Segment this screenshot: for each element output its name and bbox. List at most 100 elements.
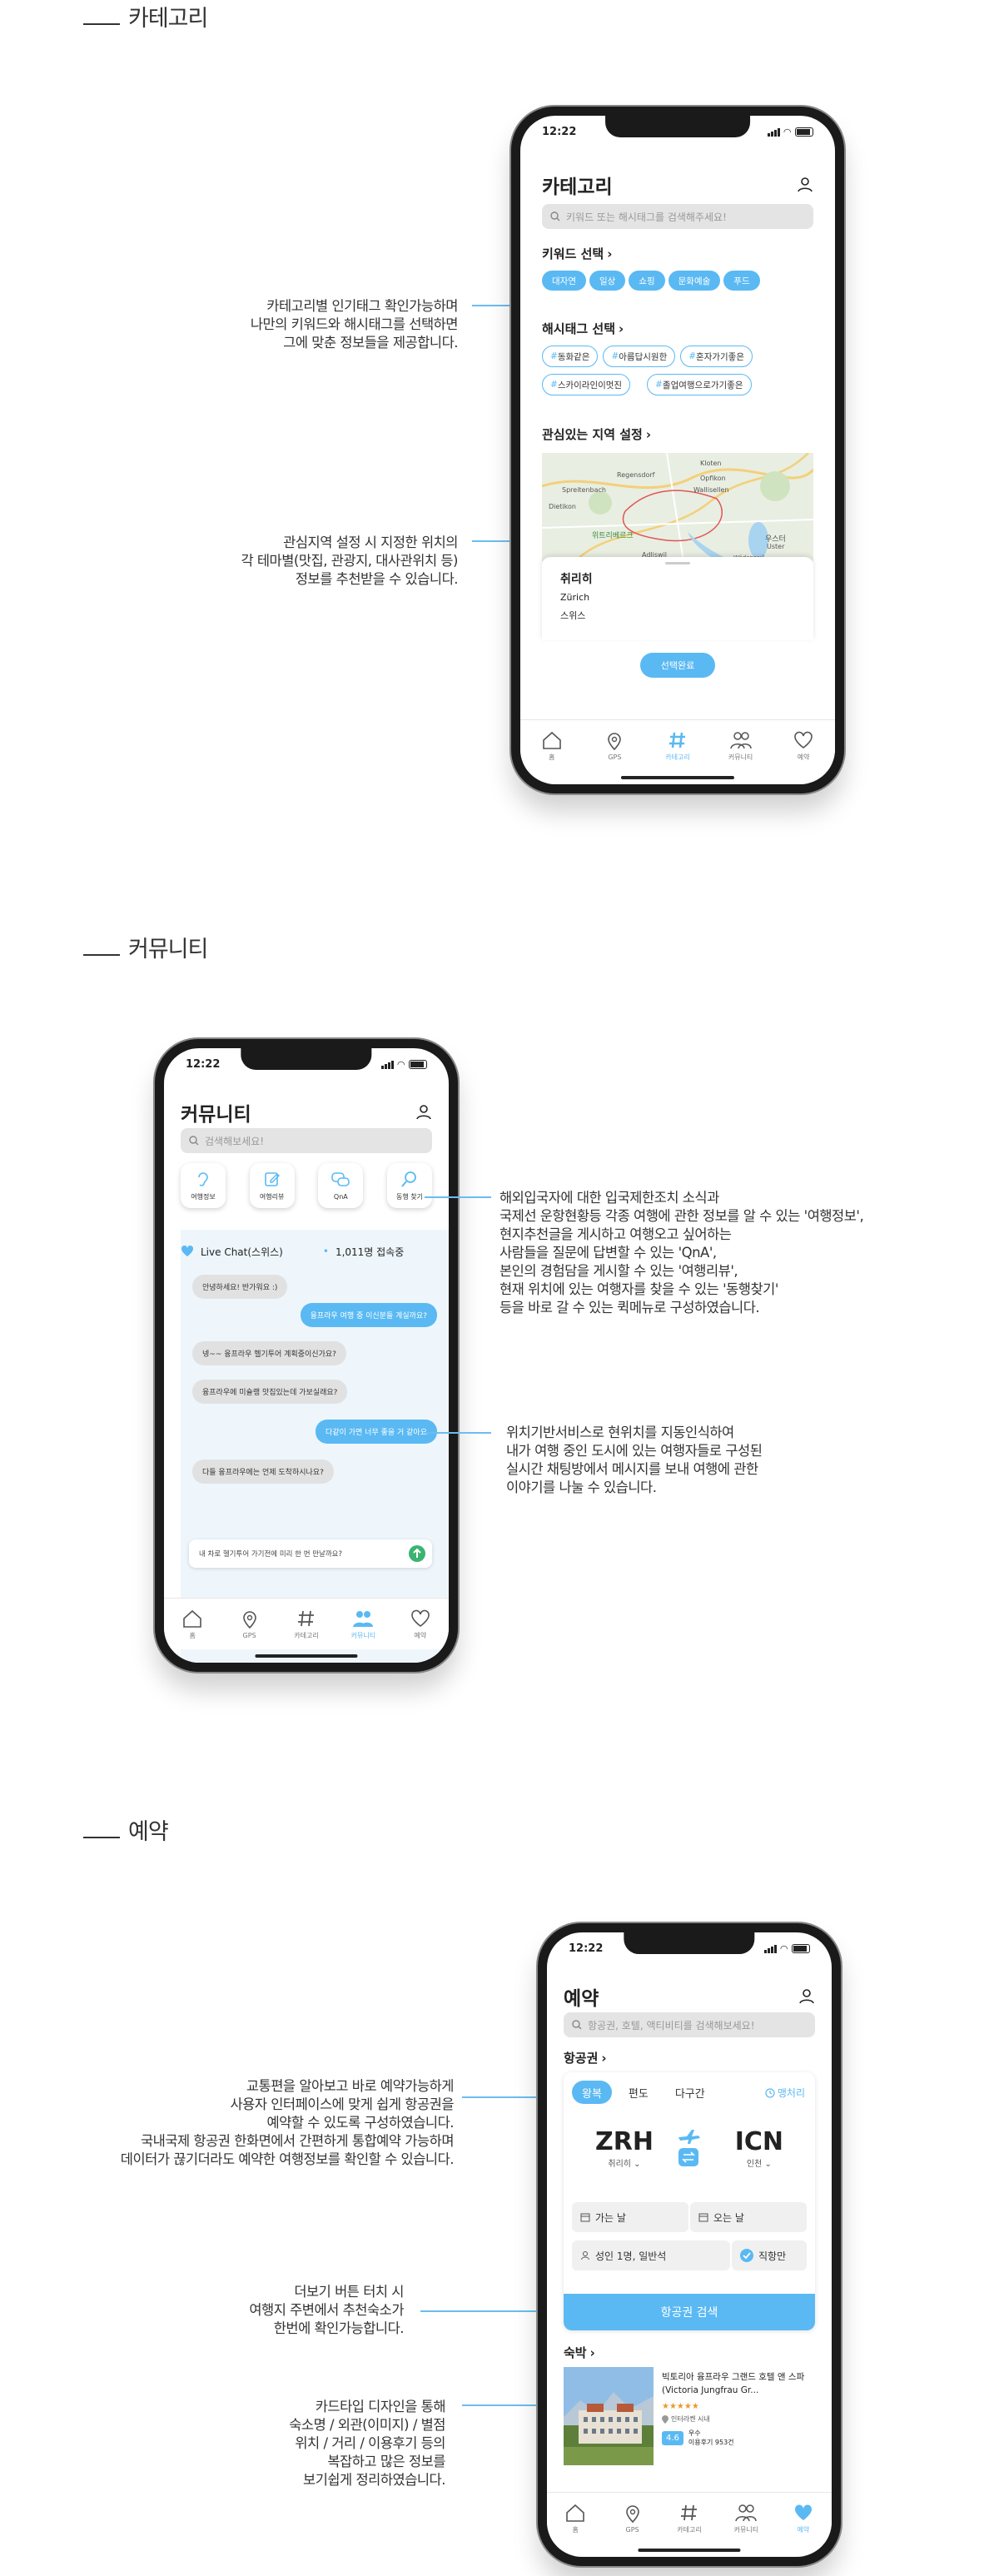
tab-category[interactable]: 카테고리 bbox=[286, 1609, 327, 1640]
connector-line bbox=[425, 1196, 491, 1198]
select-complete-button[interactable]: 선택완료 bbox=[640, 653, 715, 678]
chat-bubble: 다들 융프라우에는 언제 도착하시나요? bbox=[192, 1460, 334, 1484]
tab-category[interactable]: 카테고리 bbox=[668, 2503, 710, 2534]
tab-community[interactable]: 커뮤니티 bbox=[342, 1609, 384, 1640]
community-desc-1: 해외입국자에 대한 입국제한조치 소식과 국제선 운항현황등 각종 여행에 관한 … bbox=[500, 1190, 864, 1315]
hotel-score: 4.6 bbox=[662, 2430, 683, 2445]
home-icon bbox=[183, 1609, 201, 1628]
tab-gps[interactable]: GPS bbox=[612, 2504, 654, 2534]
connector-line bbox=[462, 2404, 545, 2406]
hashtag-chip[interactable]: # 혼자가기좋은 bbox=[680, 346, 753, 367]
chat-messages: 안녕하세요! 반가워요 :) 융프라우 여행 중 이신분들 계실까요? 넹~~ … bbox=[181, 1266, 449, 1516]
search-input[interactable]: 항공권, 호텔, 액티비티를 검색해보세요! bbox=[564, 2012, 815, 2037]
flight-section-label[interactable]: 항공권 › bbox=[564, 2049, 607, 2066]
search-placeholder: 항공권, 호텔, 액티비티를 검색해보세요! bbox=[588, 2019, 755, 2031]
keyword-chip[interactable]: 쇼핑 bbox=[629, 271, 665, 291]
tab-home[interactable]: 홈 bbox=[531, 730, 573, 762]
depart-date-field[interactable]: 가는 날 bbox=[572, 2202, 688, 2232]
section-title-category: 카테고리 bbox=[83, 0, 208, 32]
hashtag-icon bbox=[680, 2504, 697, 2520]
drag-handle[interactable] bbox=[665, 562, 690, 564]
chat-input[interactable]: 내 차로 헬기투어 가기전에 미리 한 번 만날까요? bbox=[189, 1539, 432, 1568]
user-icon[interactable] bbox=[797, 176, 813, 192]
hashtag-chip[interactable]: # 졸업여행으로가기좋은 bbox=[647, 374, 752, 395]
hashtag-chip[interactable]: # 아름답시원한 bbox=[603, 346, 676, 367]
send-icon[interactable] bbox=[409, 1545, 425, 1562]
quick-menu: 여행정보 여행리뷰 QnA 동행 찾기 bbox=[181, 1163, 432, 1208]
tab-booking[interactable]: 예약 bbox=[783, 730, 824, 762]
flight-search-button[interactable]: 항공권 검색 bbox=[564, 2294, 815, 2330]
departure-airport[interactable]: ZRH 취리히 ⌄ bbox=[595, 2127, 654, 2169]
category-desc-1: 카테고리별 인기태그 확인가능하며 나만의 키워드와 해시태그를 선택하면 그에 맞… bbox=[250, 298, 459, 351]
chat-bubble: 넹~~ 융프라우 헬기투어 계획중이신가요? bbox=[192, 1341, 346, 1365]
return-date-field[interactable]: 오는 날 bbox=[690, 2202, 807, 2232]
trip-type-oneway[interactable]: 편도 bbox=[619, 2081, 659, 2104]
passenger-field[interactable]: 성인 1명, 일반석 bbox=[572, 2240, 730, 2270]
booking-desc-2: 더보기 버튼 터치 시 여행지 주변에서 추천숙소가 한번에 확인가능합니다. bbox=[249, 2284, 404, 2336]
arrival-airport[interactable]: ICN 인천 ⌄ bbox=[735, 2127, 783, 2169]
quick-menu-travel-info[interactable]: 여행정보 bbox=[181, 1163, 226, 1208]
user-icon[interactable] bbox=[798, 1987, 815, 2004]
hashtag-chip[interactable]: # 스카이라인이멋진 bbox=[542, 374, 631, 395]
quick-menu-find-companion[interactable]: 동행 찾기 bbox=[386, 1163, 432, 1208]
keyword-chips: 대자연 일상 쇼핑 문화예술 푸드 bbox=[542, 271, 763, 291]
tab-booking[interactable]: 예약 bbox=[783, 2503, 824, 2534]
chat-bubble: 융프라우 여행 중 이신분들 계실까요? bbox=[300, 1303, 437, 1327]
region-card[interactable]: 취리히 Zürich 스위스 bbox=[542, 557, 813, 640]
search-input[interactable]: 키워드 또는 해시태그를 검색해주세요! bbox=[542, 204, 813, 229]
hotel-section-label[interactable]: 숙박 › bbox=[564, 2344, 595, 2361]
keyword-chip[interactable]: 일상 bbox=[589, 271, 626, 291]
history-link[interactable]: 맹처리 bbox=[765, 2086, 805, 2100]
tab-bar: 홈 GPS 카테고리 커뮤니티 예약 bbox=[164, 1598, 449, 1649]
clock-icon bbox=[765, 2087, 775, 2098]
pin-icon bbox=[242, 1610, 256, 1629]
search-input[interactable]: 검색해보세요! bbox=[181, 1128, 432, 1153]
status-bar: 12:22 ◠ bbox=[542, 126, 813, 138]
quick-menu-qna[interactable]: QnA bbox=[318, 1163, 364, 1208]
region-name-en: Zürich bbox=[560, 592, 590, 603]
phone-booking: 12:22 ◠ 예약 항공권, 호텔, 액티비티를 검색해보세요! 항공권 › 왕복… bbox=[538, 1923, 841, 2566]
tab-category[interactable]: 카테고리 bbox=[657, 730, 698, 762]
heart-icon bbox=[181, 1245, 194, 1256]
trip-type-multi[interactable]: 다구간 bbox=[665, 2081, 715, 2104]
tab-gps[interactable]: GPS bbox=[229, 1609, 271, 1639]
hashtag-chip[interactable]: # 동화같은 bbox=[542, 346, 599, 367]
people-icon bbox=[353, 1610, 374, 1627]
tab-community[interactable]: 커뮤니티 bbox=[725, 2503, 767, 2534]
tab-home[interactable]: 홈 bbox=[554, 2503, 596, 2534]
people-icon bbox=[729, 731, 752, 748]
hotel-card[interactable]: 빅토리아 융프라우 그랜드 호텔 앤 스파 (Victoria Jungfrau… bbox=[564, 2367, 815, 2472]
tab-gps[interactable]: GPS bbox=[594, 731, 635, 761]
swap-icon bbox=[678, 2148, 698, 2166]
people-icon bbox=[735, 2504, 758, 2521]
trip-type-roundtrip[interactable]: 왕복 bbox=[572, 2081, 612, 2104]
status-bar: 12:22 ◠ bbox=[186, 1058, 427, 1071]
connector-line bbox=[462, 2096, 545, 2098]
search-placeholder: 키워드 또는 해시태그를 검색해주세요! bbox=[566, 211, 727, 223]
keyword-chip[interactable]: 푸드 bbox=[723, 271, 760, 291]
hashtag-section-label[interactable]: 해시태그 선택 › bbox=[542, 320, 624, 337]
pin-icon bbox=[662, 2414, 668, 2424]
booking-desc-3: 카드타입 디자인을 통해 숙소명 / 외관(이미지) / 별점 위치 / 거리 / … bbox=[289, 2399, 445, 2488]
region-section-label[interactable]: 관심있는 지역 설정 › bbox=[542, 425, 651, 443]
keyword-chip[interactable]: 대자연 bbox=[542, 271, 586, 291]
pin-icon bbox=[608, 732, 622, 750]
keyword-chip[interactable]: 문화예술 bbox=[668, 271, 721, 291]
user-icon[interactable] bbox=[415, 1103, 432, 1120]
calendar-icon bbox=[698, 2213, 708, 2222]
section-title-community: 커뮤니티 bbox=[83, 931, 208, 963]
tab-booking[interactable]: 예약 bbox=[400, 1609, 441, 1640]
region-map[interactable]: Kloten Regensdorf Opfikon Spreitenbach W… bbox=[542, 453, 813, 561]
heart-icon bbox=[410, 1609, 430, 1627]
keyword-section-label[interactable]: 키워드 선택 › bbox=[542, 245, 612, 262]
quick-menu-travel-review[interactable]: 여행리뷰 bbox=[249, 1163, 295, 1208]
person-icon bbox=[581, 2251, 589, 2260]
swap-airports[interactable] bbox=[677, 2129, 700, 2167]
tab-community[interactable]: 커뮤니티 bbox=[720, 730, 762, 762]
live-chat-title: Live Chat(스위스) bbox=[201, 1246, 283, 1258]
ear-icon bbox=[198, 1172, 208, 1186]
phone-category: 12:22 ◠ 카테고리 키워드 또는 해시태그를 검색해주세요! 키워드 선택 ›… bbox=[511, 107, 844, 793]
tab-home[interactable]: 홈 bbox=[171, 1609, 213, 1640]
search-icon bbox=[189, 1136, 199, 1146]
direct-only-toggle[interactable]: 직항만 bbox=[732, 2240, 807, 2270]
